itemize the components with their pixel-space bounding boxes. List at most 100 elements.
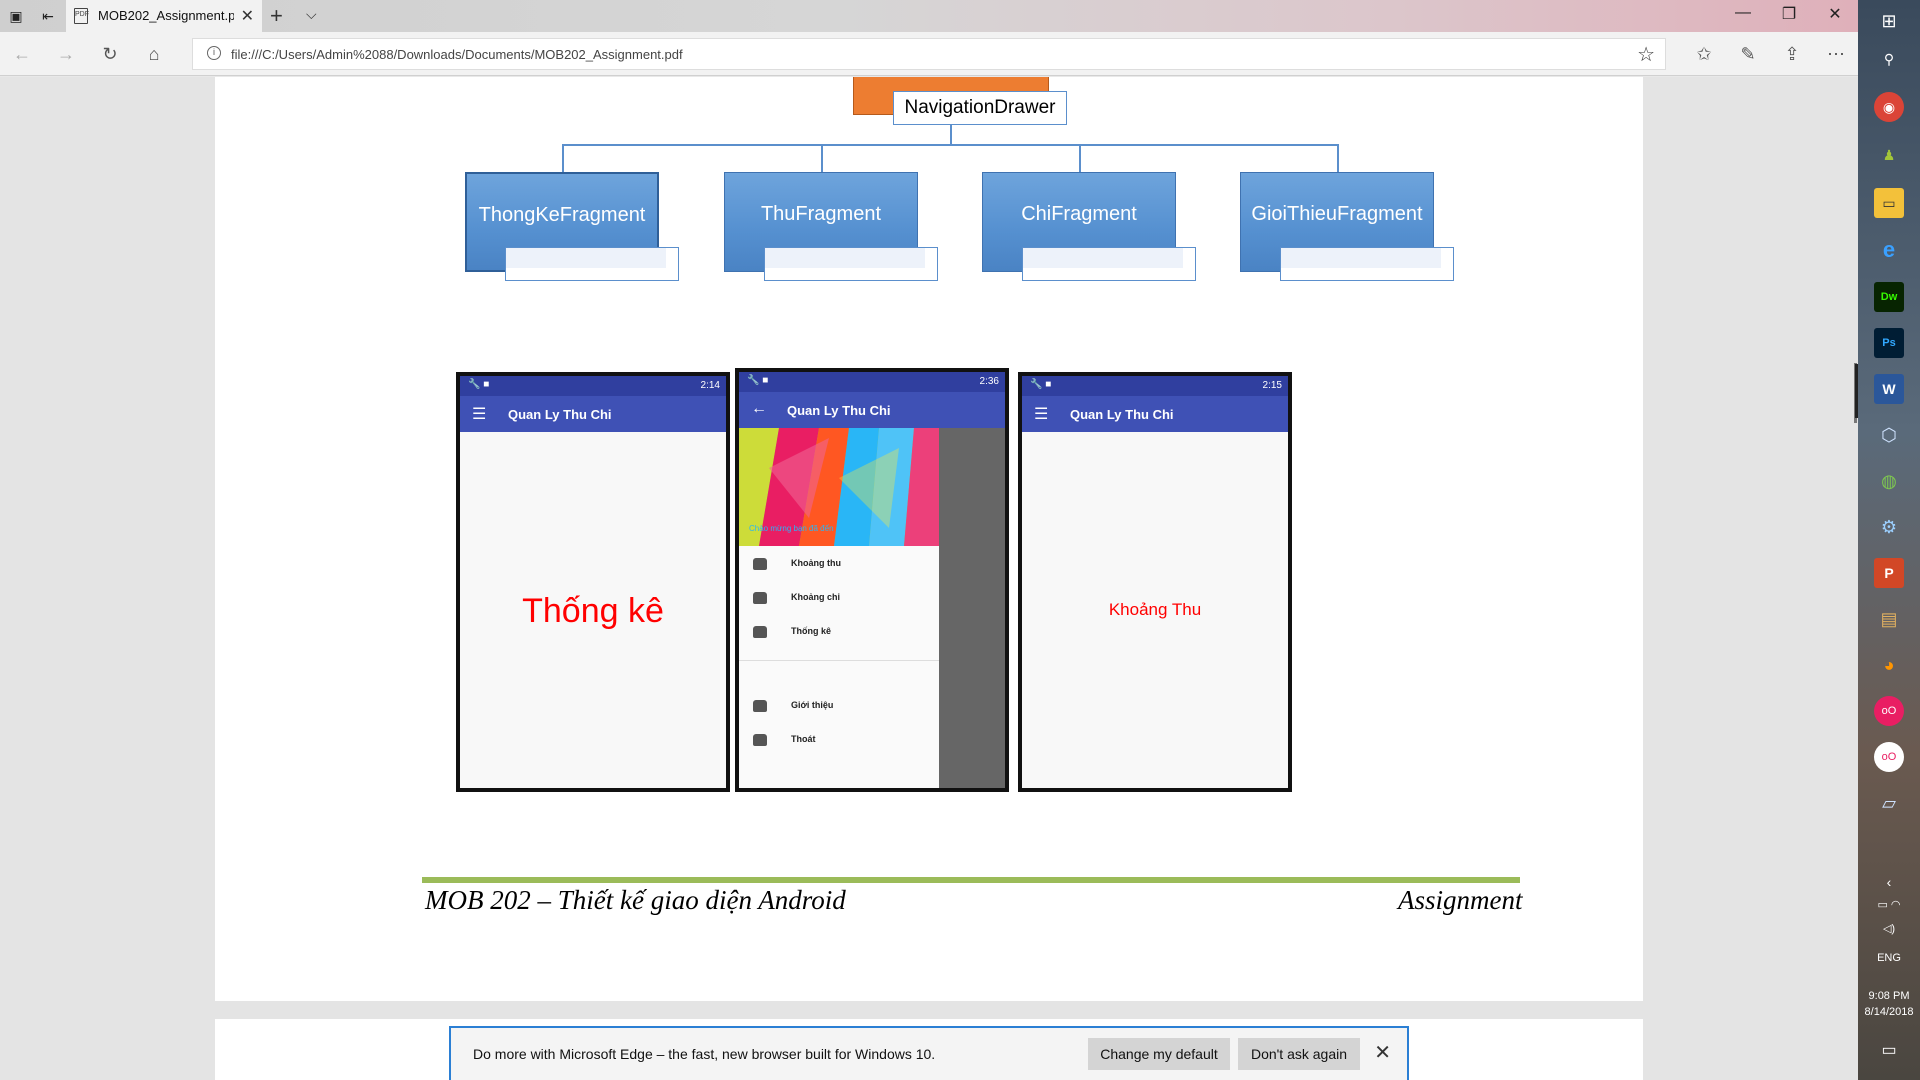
menu-icon: ☰ xyxy=(472,406,487,423)
powerpoint-icon[interactable]: P xyxy=(1874,558,1904,588)
volume-icon[interactable]: ◁) xyxy=(1858,922,1920,935)
close-tab-icon[interactable]: ✕ xyxy=(241,6,254,26)
minimize-icon[interactable]: — xyxy=(1728,4,1758,22)
url-text[interactable]: file:///C:/Users/Admin%2088/Downloads/Do… xyxy=(231,47,683,62)
info-icon[interactable]: i xyxy=(207,46,221,60)
language-indicator[interactable]: ENG xyxy=(1858,952,1920,964)
app-bar: ☰ Quan Ly Thu Chi xyxy=(460,396,726,432)
network-app-icon[interactable]: ⚙ xyxy=(1874,512,1904,542)
app-title: Quan Ly Thu Chi xyxy=(508,407,612,422)
wrench-icon: 🔧 ■ xyxy=(468,379,490,390)
pdf-viewer[interactable]: NavigationDrawer ThongKeFragment ThuFrag… xyxy=(0,77,1858,1080)
navigation-bar: ← → ↻ ⌂ i file:///C:/Users/Admin%2088/Do… xyxy=(0,32,1858,76)
drawer-item: Khoảng thu xyxy=(739,554,939,578)
address-bar[interactable]: i file:///C:/Users/Admin%2088/Downloads/… xyxy=(192,38,1666,70)
footer-course-title: MOB 202 – Thiết kế giao diện Android xyxy=(425,885,846,915)
edge-icon[interactable]: e xyxy=(1874,235,1904,265)
status-time: 2:36 xyxy=(979,376,999,387)
connector-line xyxy=(1079,144,1081,172)
show-hidden-icons-icon[interactable]: ‹ xyxy=(1858,874,1920,890)
android-icon xyxy=(753,592,767,604)
app-oo-icon[interactable]: oO xyxy=(1874,696,1904,726)
status-time: 2:14 xyxy=(700,380,720,391)
app-oo-light-icon[interactable]: oO xyxy=(1874,742,1904,772)
menu-icon: ☰ xyxy=(1034,406,1049,423)
drawer-divider xyxy=(739,660,939,661)
connector-line xyxy=(1337,144,1339,172)
globe-app-icon[interactable]: ◍ xyxy=(1874,466,1904,496)
home-icon[interactable]: ⌂ xyxy=(142,42,166,66)
clock-date[interactable]: 8/14/2018 xyxy=(1858,1006,1920,1018)
pdf-page: NavigationDrawer ThongKeFragment ThuFrag… xyxy=(215,77,1643,1001)
notepad-icon[interactable]: ▱ xyxy=(1874,788,1904,818)
app-bar: ← Quan Ly Thu Chi xyxy=(739,392,1005,428)
action-center-icon[interactable]: ▭ xyxy=(1858,1040,1920,1060)
edge-default-browser-notification: Do more with Microsoft Edge – the fast, … xyxy=(449,1026,1409,1080)
photoshop-icon[interactable]: Ps xyxy=(1874,328,1904,358)
navigation-drawer: Chào mừng bạn đã đến Khoảng thu Khoảng c… xyxy=(739,428,939,788)
battery-network-icon[interactable]: ▭ ◠ xyxy=(1858,898,1920,911)
virtualbox-icon[interactable]: ⬡ xyxy=(1874,420,1904,450)
android-icon xyxy=(753,700,767,712)
android-icon xyxy=(753,558,767,570)
chrome-icon[interactable]: ◉ xyxy=(1874,92,1904,122)
drawer-item: Thoát xyxy=(739,730,939,754)
footer-rule xyxy=(422,877,1520,883)
new-tab-icon[interactable]: + xyxy=(270,3,283,29)
tab-actions-icon[interactable]: ▣ xyxy=(6,6,26,26)
drawer-header-image: Chào mừng bạn đã đến xyxy=(739,428,939,546)
restore-icon[interactable]: ❐ xyxy=(1774,4,1804,24)
footer-assignment: Assignment xyxy=(1398,885,1523,915)
close-window-icon[interactable]: ✕ xyxy=(1820,4,1850,24)
forward-icon[interactable]: → xyxy=(54,42,78,66)
screen-content-label: Khoảng Thu xyxy=(1108,600,1202,619)
connector-line xyxy=(562,144,1338,146)
windows-taskbar: ⊞ ⚲ ◉ ♟ ▭ e Dw Ps W ⬡ ◍ ⚙ P ▤ ◕ oO oO ▱ … xyxy=(1858,0,1920,1080)
set-aside-tabs-icon[interactable]: ⇤ xyxy=(38,6,58,26)
drawer-item: Khoảng chi xyxy=(739,588,939,612)
drawer-scrim xyxy=(939,428,1005,788)
status-bar: 🔧 ■ 2:15 xyxy=(1022,376,1288,396)
connector-line xyxy=(562,144,564,172)
share-icon[interactable]: ⇪ xyxy=(1780,42,1804,66)
status-time: 2:15 xyxy=(1262,380,1282,391)
app-title: Quan Ly Thu Chi xyxy=(787,403,891,418)
connector-line xyxy=(821,144,823,172)
dont-ask-again-button[interactable]: Don't ask again xyxy=(1238,1038,1360,1070)
windows-start-icon[interactable]: ⊞ xyxy=(1874,6,1904,36)
back-icon[interactable]: ← xyxy=(10,42,34,66)
more-icon[interactable]: ⋯ xyxy=(1824,42,1848,66)
search-icon[interactable]: ⚲ xyxy=(1874,44,1904,74)
refresh-icon[interactable]: ↻ xyxy=(98,42,122,66)
status-bar: 🔧 ■ 2:14 xyxy=(460,376,726,396)
drawer-item: Thống kê xyxy=(739,622,939,646)
diagram-root-label: NavigationDrawer xyxy=(893,91,1067,125)
browser-tab[interactable]: PDF MOB202_Assignment.pdf ✕ xyxy=(66,0,262,32)
close-notification-icon[interactable]: ✕ xyxy=(1374,1040,1391,1065)
diagram-node-subbox xyxy=(1280,247,1454,281)
android-studio-icon[interactable]: ♟ xyxy=(1874,140,1904,170)
phone-screenshot-khoang-thu: 🔧 ■ 2:15 ☰ Quan Ly Thu Chi Khoảng Thu xyxy=(1018,372,1292,792)
phone-screenshot-thong-ke: 🔧 ■ 2:14 ☰ Quan Ly Thu Chi Thống kê xyxy=(456,372,730,792)
dreamweaver-icon[interactable]: Dw xyxy=(1874,282,1904,312)
change-default-button[interactable]: Change my default xyxy=(1088,1038,1230,1070)
diagram-node-subbox xyxy=(764,247,938,281)
word-icon[interactable]: W xyxy=(1874,374,1904,404)
drawer-greeting: Chào mừng bạn đã đến xyxy=(749,524,834,533)
favorite-star-icon[interactable]: ☆ xyxy=(1637,42,1655,67)
favorites-hub-icon[interactable]: ✩ xyxy=(1692,42,1716,66)
winrar-icon[interactable]: ▤ xyxy=(1874,604,1904,634)
chevron-down-icon[interactable]: ⌵ xyxy=(306,6,317,23)
status-bar: 🔧 ■ 2:36 xyxy=(739,372,1005,392)
title-bar: ▣ ⇤ PDF MOB202_Assignment.pdf ✕ + ⌵ — ❐ … xyxy=(0,0,1858,32)
firefox-icon[interactable]: ◕ xyxy=(1874,650,1904,680)
clock-time[interactable]: 9:08 PM xyxy=(1858,990,1920,1002)
diagram-node-subbox xyxy=(505,247,679,281)
screen-content-label: Thống kê xyxy=(522,592,664,630)
app-bar: ☰ Quan Ly Thu Chi xyxy=(1022,396,1288,432)
phone-screenshot-drawer: 🔧 ■ 2:36 ← Quan Ly Thu Chi Chào mừng bạn… xyxy=(735,368,1009,792)
file-explorer-icon[interactable]: ▭ xyxy=(1874,188,1904,218)
app-title: Quan Ly Thu Chi xyxy=(1070,407,1174,422)
diagram-node-subbox xyxy=(1022,247,1196,281)
web-note-icon[interactable]: ✎ xyxy=(1736,42,1760,66)
